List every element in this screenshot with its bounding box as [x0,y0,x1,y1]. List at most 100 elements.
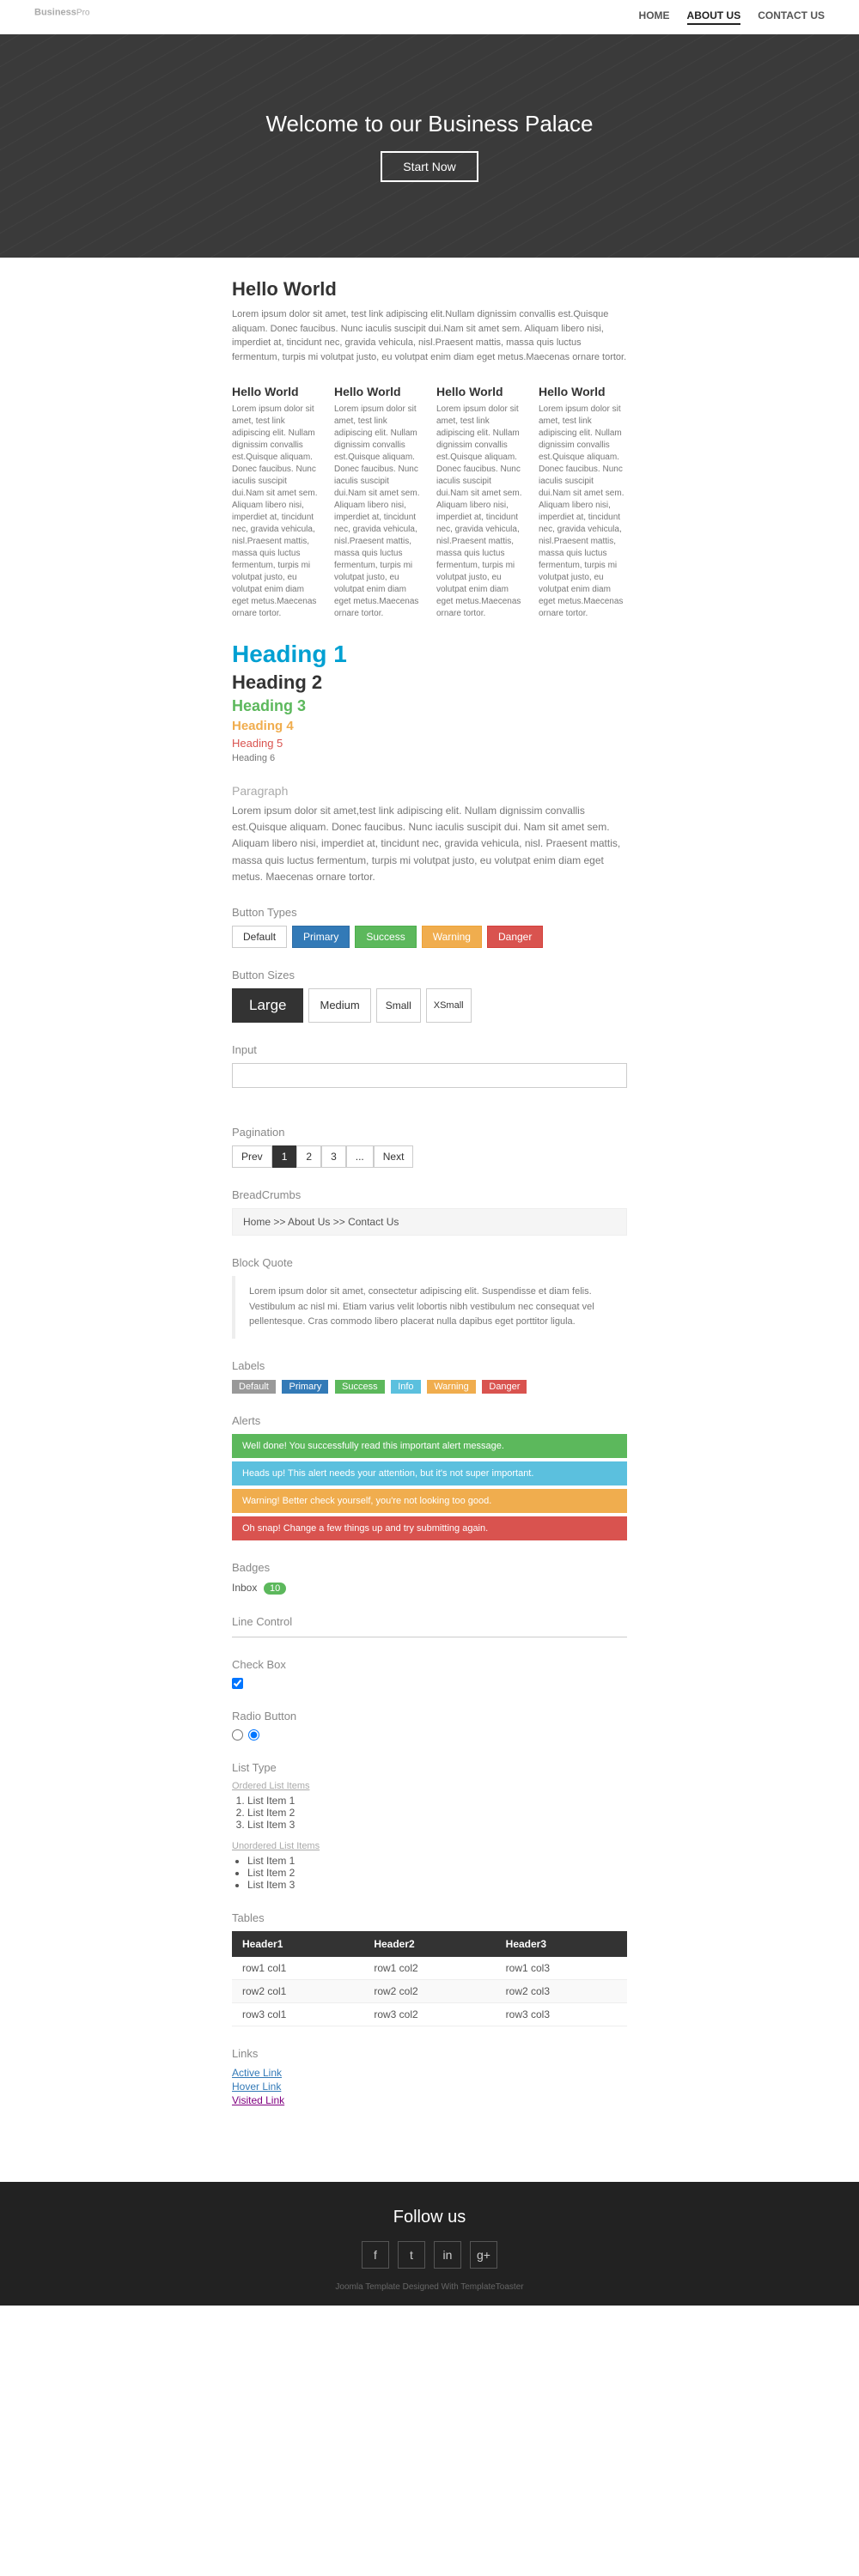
breadcrumbs-label: BreadCrumbs [232,1188,627,1201]
blockquote-text: Lorem ipsum dolor sit amet, consectetur … [249,1285,613,1330]
pagination-page-2[interactable]: 2 [296,1145,321,1168]
button-types-label: Button Types [232,906,627,919]
pagination-section: Pagination Prev 1 2 3 ... Next [232,1126,627,1168]
col-title-1: Hello World [334,385,423,398]
line-control-label: Line Control [232,1615,627,1628]
badges-row: Inbox 10 [232,1581,627,1595]
badges-label: Badges [232,1561,627,1574]
inbox-label: Inbox [232,1582,257,1594]
ordered-item-2: List Item 2 [247,1807,627,1819]
col-title-3: Hello World [539,385,627,398]
heading-5: Heading 5 [232,737,627,750]
heading-1: Heading 1 [232,641,627,668]
cell-r2c2: row2 col2 [363,1979,495,2002]
col-item-2: Hello World Lorem ipsum dolor sit amet, … [436,385,525,620]
brand-sup: Pro [76,8,90,17]
table-header-3: Header3 [496,1931,627,1957]
label-success: Success [335,1380,385,1394]
four-column-section: Hello World Lorem ipsum dolor sit amet, … [232,385,627,620]
nav-home[interactable]: HOME [639,9,670,25]
input-section: Input [232,1043,627,1105]
active-link[interactable]: Active Link [232,2067,627,2079]
navbar: BusinessPro HOME ABOUT US CONTACT US [0,0,859,34]
pagination-page-3[interactable]: 3 [321,1145,346,1168]
btn-medium[interactable]: Medium [308,988,370,1023]
btn-large[interactable]: Large [232,988,303,1023]
radio-group [232,1729,627,1741]
unordered-item-1: List Item 1 [247,1855,627,1867]
text-input[interactable] [232,1063,627,1088]
visited-link[interactable]: Visited Link [232,2094,627,2106]
googleplus-icon[interactable]: g+ [470,2241,497,2269]
btn-primary[interactable]: Primary [292,926,350,948]
main-content: Hello World Lorem ipsum dolor sit amet, … [215,258,644,2148]
label-default: Default [232,1380,276,1394]
headings-section: Heading 1 Heading 2 Heading 3 Heading 4 … [232,641,627,763]
line-control-section: Line Control [232,1615,627,1637]
hero-content: Welcome to our Business Palace Start Now [265,111,593,182]
pagination-prev[interactable]: Prev [232,1145,272,1168]
radio-option-2[interactable] [248,1729,259,1741]
col-text-2: Lorem ipsum dolor sit amet, test link ad… [436,404,525,620]
btn-default[interactable]: Default [232,926,287,948]
facebook-icon[interactable]: f [362,2241,389,2269]
blockquote-content: Lorem ipsum dolor sit amet, consectetur … [232,1276,627,1339]
alert-info: Heads up! This alert needs your attentio… [232,1461,627,1485]
footer-social-icons: f t in g+ [17,2241,842,2269]
checkbox-item [232,1678,627,1689]
breadcrumb-path: Home >> About Us >> Contact Us [232,1208,627,1236]
btn-danger[interactable]: Danger [487,926,543,948]
pagination-label: Pagination [232,1126,627,1139]
cell-r1c3: row1 col3 [496,1957,627,1980]
button-sizes-row: Large Medium Small XSmall [232,988,627,1023]
table-row: row3 col1 row3 col2 row3 col3 [232,2002,627,2026]
labels-section-label: Labels [232,1359,627,1372]
btn-small[interactable]: Small [376,988,421,1023]
alerts-label: Alerts [232,1414,627,1427]
footer-credit: Joomla Template Designed With TemplateTo… [17,2282,842,2292]
hover-link[interactable]: Hover Link [232,2081,627,2093]
nav-contact[interactable]: CONTACT US [758,9,825,25]
pagination-bar: Prev 1 2 3 ... Next [232,1145,627,1168]
pagination-ellipsis: ... [346,1145,374,1168]
paragraph-text: Lorem ipsum dolor sit amet,test link adi… [232,803,627,885]
btn-warning[interactable]: Warning [422,926,482,948]
heading-4: Heading 4 [232,719,627,733]
col-item-0: Hello World Lorem ipsum dolor sit amet, … [232,385,320,620]
unordered-list: List Item 1 List Item 2 List Item 3 [232,1855,627,1891]
btn-success[interactable]: Success [355,926,416,948]
labels-section: Labels Default Primary Success Info Warn… [232,1359,627,1394]
unordered-item-3: List Item 3 [247,1879,627,1891]
list-type-section: List Type Ordered List Items List Item 1… [232,1761,627,1891]
alert-success: Well done! You successfully read this im… [232,1434,627,1458]
checkbox-input[interactable] [232,1678,243,1689]
btn-xsmall[interactable]: XSmall [426,988,472,1023]
col-text-3: Lorem ipsum dolor sit amet, test link ad… [539,404,627,620]
labels-row: Default Primary Success Info Warning Dan… [232,1379,627,1394]
radio-option-1[interactable] [232,1729,243,1741]
pagination-page-1[interactable]: 1 [272,1145,297,1168]
ordered-list: List Item 1 List Item 2 List Item 3 [232,1795,627,1831]
brand-name: Business [34,7,76,17]
table-row: row1 col1 row1 col2 row1 col3 [232,1957,627,1980]
pagination-next[interactable]: Next [374,1145,414,1168]
twitter-icon[interactable]: t [398,2241,425,2269]
button-sizes-section: Button Sizes Large Medium Small XSmall [232,969,627,1023]
label-warning: Warning [427,1380,476,1394]
hero-cta-button[interactable]: Start Now [381,151,478,182]
nav-about[interactable]: ABOUT US [687,9,741,25]
cell-r2c3: row2 col3 [496,1979,627,2002]
cell-r2c1: row2 col1 [232,1979,363,2002]
radio-label: Radio Button [232,1710,627,1722]
cell-r1c1: row1 col1 [232,1957,363,1980]
col-text-1: Lorem ipsum dolor sit amet, test link ad… [334,404,423,620]
ordered-item-1: List Item 1 [247,1795,627,1807]
footer-follow-us: Follow us [17,2208,842,2227]
heading-2: Heading 2 [232,671,627,694]
input-label: Input [232,1043,627,1056]
inbox-badge: 10 [264,1583,286,1595]
hello-world-intro: Lorem ipsum dolor sit amet, test link ad… [232,307,627,364]
tables-section: Tables Header1 Header2 Header3 row1 col1… [232,1911,627,2026]
hero-title: Welcome to our Business Palace [265,111,593,137]
linkedin-icon[interactable]: in [434,2241,461,2269]
